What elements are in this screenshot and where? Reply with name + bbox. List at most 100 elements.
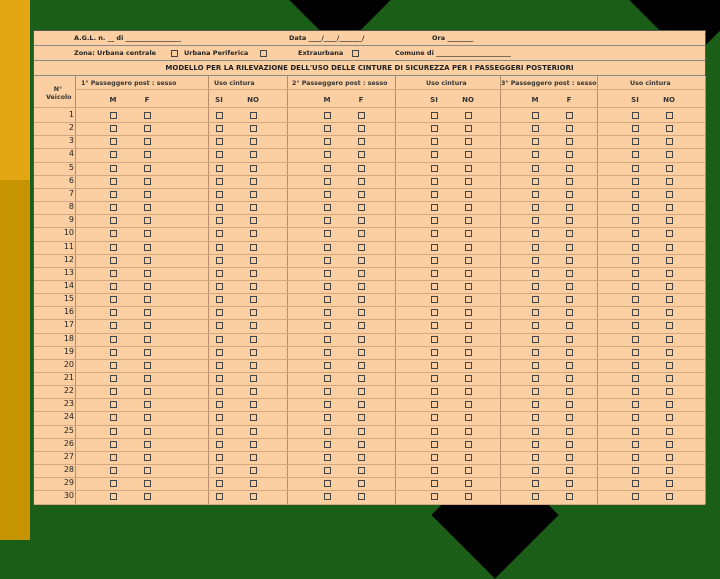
checkbox-f[interactable] bbox=[566, 361, 573, 369]
checkbox-si[interactable] bbox=[431, 361, 438, 369]
checkbox-no[interactable] bbox=[250, 177, 257, 185]
checkbox-f[interactable] bbox=[144, 401, 151, 409]
checkbox-si[interactable] bbox=[216, 112, 223, 119]
checkbox-si[interactable] bbox=[431, 217, 438, 225]
checkbox-f[interactable] bbox=[566, 348, 573, 356]
checkbox-f[interactable] bbox=[144, 256, 151, 264]
checkbox-si[interactable] bbox=[216, 480, 223, 488]
checkbox-f[interactable] bbox=[358, 335, 365, 343]
checkbox-m[interactable] bbox=[532, 125, 539, 133]
checkbox-m[interactable] bbox=[110, 177, 117, 185]
checkbox-no[interactable] bbox=[250, 467, 257, 475]
checkbox-si[interactable] bbox=[216, 375, 223, 382]
checkbox-si[interactable] bbox=[431, 204, 438, 212]
checkbox-no[interactable] bbox=[250, 309, 257, 317]
checkbox-si[interactable] bbox=[632, 204, 639, 212]
checkbox-no[interactable] bbox=[666, 375, 673, 382]
checkbox-si[interactable] bbox=[216, 243, 223, 251]
checkbox-m[interactable] bbox=[532, 164, 539, 172]
checkbox-no[interactable] bbox=[666, 493, 673, 501]
checkbox-m[interactable] bbox=[532, 269, 539, 277]
checkbox-no[interactable] bbox=[666, 309, 673, 317]
checkbox-f[interactable] bbox=[144, 453, 151, 461]
checkbox-m[interactable] bbox=[532, 335, 539, 343]
checkbox-si[interactable] bbox=[216, 296, 223, 304]
checkbox-no[interactable] bbox=[250, 230, 257, 238]
checkbox-f[interactable] bbox=[358, 204, 365, 212]
checkbox-si[interactable] bbox=[632, 480, 639, 488]
checkbox-m[interactable] bbox=[110, 322, 117, 330]
checkbox-f[interactable] bbox=[566, 269, 573, 277]
checkbox-si[interactable] bbox=[632, 164, 639, 172]
checkbox-m[interactable] bbox=[324, 493, 331, 501]
checkbox-no[interactable] bbox=[250, 164, 257, 172]
checkbox-si[interactable] bbox=[632, 361, 639, 369]
checkbox-si[interactable] bbox=[431, 177, 438, 185]
checkbox-m[interactable] bbox=[324, 401, 331, 409]
checkbox-si[interactable] bbox=[216, 335, 223, 343]
checkbox-m[interactable] bbox=[110, 190, 117, 198]
checkbox-f[interactable] bbox=[358, 177, 365, 185]
checkbox-f[interactable] bbox=[144, 138, 151, 146]
checkbox-m[interactable] bbox=[110, 401, 117, 409]
checkbox-no[interactable] bbox=[666, 480, 673, 488]
checkbox-no[interactable] bbox=[666, 151, 673, 159]
checkbox-si[interactable] bbox=[632, 190, 639, 198]
checkbox-no[interactable] bbox=[465, 375, 472, 382]
checkbox-no[interactable] bbox=[666, 348, 673, 356]
checkbox-no[interactable] bbox=[465, 125, 472, 133]
checkbox-m[interactable] bbox=[532, 112, 539, 119]
checkbox-si[interactable] bbox=[431, 151, 438, 159]
checkbox-f[interactable] bbox=[566, 309, 573, 317]
checkbox-si[interactable] bbox=[216, 388, 223, 396]
checkbox-m[interactable] bbox=[532, 453, 539, 461]
checkbox-f[interactable] bbox=[566, 322, 573, 330]
checkbox-f[interactable] bbox=[358, 348, 365, 356]
checkbox-m[interactable] bbox=[324, 467, 331, 475]
checkbox-m[interactable] bbox=[110, 440, 117, 448]
checkbox-no[interactable] bbox=[465, 282, 472, 290]
checkbox-m[interactable] bbox=[324, 125, 331, 133]
checkbox-si[interactable] bbox=[431, 322, 438, 330]
checkbox-no[interactable] bbox=[250, 151, 257, 159]
checkbox-m[interactable] bbox=[532, 296, 539, 304]
checkbox-f[interactable] bbox=[358, 453, 365, 461]
checkbox-m[interactable] bbox=[110, 388, 117, 396]
checkbox-si[interactable] bbox=[431, 401, 438, 409]
checkbox-no[interactable] bbox=[666, 164, 673, 172]
checkbox-si[interactable] bbox=[632, 243, 639, 251]
checkbox-si[interactable] bbox=[216, 164, 223, 172]
checkbox-f[interactable] bbox=[566, 375, 573, 382]
checkbox-f[interactable] bbox=[358, 190, 365, 198]
checkbox-m[interactable] bbox=[110, 204, 117, 212]
checkbox-si[interactable] bbox=[632, 322, 639, 330]
checkbox-si[interactable] bbox=[431, 467, 438, 475]
checkbox-no[interactable] bbox=[465, 440, 472, 448]
checkbox-m[interactable] bbox=[110, 480, 117, 488]
checkbox-f[interactable] bbox=[566, 177, 573, 185]
checkbox-m[interactable] bbox=[110, 282, 117, 290]
checkbox-m[interactable] bbox=[532, 204, 539, 212]
checkbox-f[interactable] bbox=[358, 322, 365, 330]
checkbox-si[interactable] bbox=[431, 112, 438, 119]
checkbox-f[interactable] bbox=[358, 138, 365, 146]
checkbox-no[interactable] bbox=[465, 164, 472, 172]
checkbox-no[interactable] bbox=[250, 480, 257, 488]
checkbox-m[interactable] bbox=[110, 453, 117, 461]
checkbox-no[interactable] bbox=[666, 138, 673, 146]
checkbox-si[interactable] bbox=[632, 151, 639, 159]
checkbox-m[interactable] bbox=[532, 440, 539, 448]
checkbox-no[interactable] bbox=[465, 401, 472, 409]
checkbox-si[interactable] bbox=[431, 125, 438, 133]
checkbox-no[interactable] bbox=[465, 493, 472, 501]
checkbox-si[interactable] bbox=[632, 125, 639, 133]
checkbox-si[interactable] bbox=[632, 309, 639, 317]
checkbox-m[interactable] bbox=[110, 151, 117, 159]
checkbox-m[interactable] bbox=[532, 493, 539, 501]
checkbox-m[interactable] bbox=[110, 138, 117, 146]
checkbox-m[interactable] bbox=[532, 243, 539, 251]
checkbox-no[interactable] bbox=[250, 256, 257, 264]
checkbox-f[interactable] bbox=[566, 453, 573, 461]
checkbox-no[interactable] bbox=[465, 269, 472, 277]
checkbox-no[interactable] bbox=[666, 361, 673, 369]
